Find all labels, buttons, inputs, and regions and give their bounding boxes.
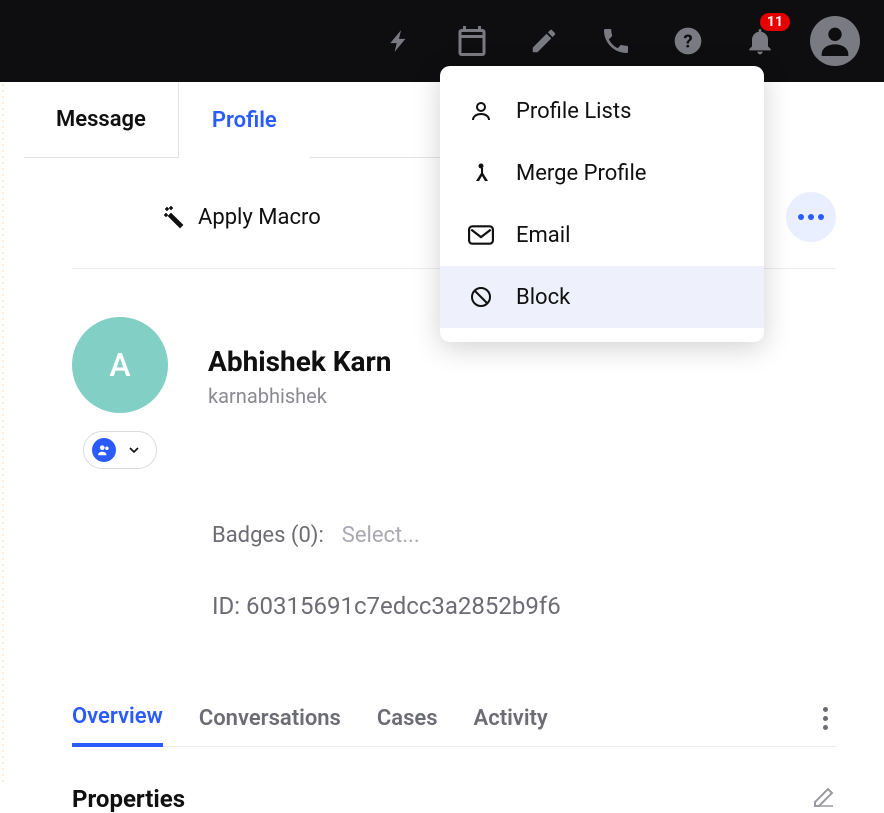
notifications-icon[interactable]: 11 bbox=[738, 19, 782, 63]
subtab-conversations[interactable]: Conversations bbox=[199, 692, 341, 745]
badges-label: Badges (0): bbox=[212, 523, 324, 548]
calendar-icon[interactable]: 01 bbox=[450, 19, 494, 63]
menu-item-block[interactable]: Block bbox=[440, 266, 764, 328]
chevron-down-icon bbox=[126, 442, 142, 458]
email-icon bbox=[468, 222, 494, 248]
bolt-icon[interactable] bbox=[378, 19, 422, 63]
subtab-overview[interactable]: Overview bbox=[72, 690, 163, 747]
block-icon bbox=[468, 284, 494, 310]
profile-id-row: ID: 60315691c7edcc3a2852b9f6 bbox=[212, 592, 836, 620]
menu-item-block-label: Block bbox=[516, 285, 570, 310]
subtab-activity[interactable]: Activity bbox=[474, 692, 548, 745]
tab-message[interactable]: Message bbox=[24, 82, 179, 158]
svg-text:01: 01 bbox=[465, 41, 479, 55]
menu-item-email[interactable]: Email bbox=[440, 204, 764, 266]
menu-item-email-label: Email bbox=[516, 223, 570, 248]
notification-badge: 11 bbox=[760, 13, 790, 31]
pencil-icon bbox=[812, 785, 836, 809]
profile-id-label: ID: bbox=[212, 592, 246, 620]
apply-macro-label: Apply Macro bbox=[198, 205, 321, 230]
menu-item-merge-profile-label: Merge Profile bbox=[516, 161, 646, 186]
properties-heading: Properties bbox=[72, 785, 185, 813]
profile-username: karnabhishek bbox=[208, 384, 392, 408]
user-avatar-icon[interactable] bbox=[810, 16, 860, 66]
wand-icon bbox=[162, 205, 186, 229]
edit-properties-button[interactable] bbox=[812, 785, 836, 813]
menu-item-profile-lists[interactable]: Profile Lists bbox=[440, 80, 764, 142]
subtabs-more-button[interactable] bbox=[815, 699, 836, 738]
phone-icon[interactable] bbox=[594, 19, 638, 63]
svg-text:?: ? bbox=[683, 31, 692, 53]
properties-section-header: Properties bbox=[72, 785, 836, 813]
segment-chip[interactable] bbox=[83, 431, 157, 469]
profile-subtabs: Overview Conversations Cases Activity bbox=[72, 690, 836, 747]
subtab-cases[interactable]: Cases bbox=[377, 692, 438, 745]
more-actions-menu: Profile Lists Merge Profile Email Block bbox=[440, 66, 764, 342]
menu-item-merge-profile[interactable]: Merge Profile bbox=[440, 142, 764, 204]
menu-item-profile-lists-label: Profile Lists bbox=[516, 99, 631, 124]
merge-icon bbox=[468, 160, 494, 186]
profile-name: Abhishek Karn bbox=[208, 345, 392, 378]
help-icon[interactable]: ? bbox=[666, 19, 710, 63]
compose-icon[interactable] bbox=[522, 19, 566, 63]
more-actions-button[interactable] bbox=[786, 192, 836, 242]
profile-lists-icon bbox=[468, 98, 494, 124]
profile-id-value: 60315691c7edcc3a2852b9f6 bbox=[246, 592, 561, 620]
users-icon bbox=[92, 438, 116, 462]
badges-select[interactable]: Select... bbox=[342, 523, 420, 548]
tab-profile[interactable]: Profile bbox=[179, 82, 310, 158]
profile-avatar: A bbox=[72, 317, 168, 413]
apply-macro-button[interactable]: Apply Macro bbox=[162, 205, 321, 230]
